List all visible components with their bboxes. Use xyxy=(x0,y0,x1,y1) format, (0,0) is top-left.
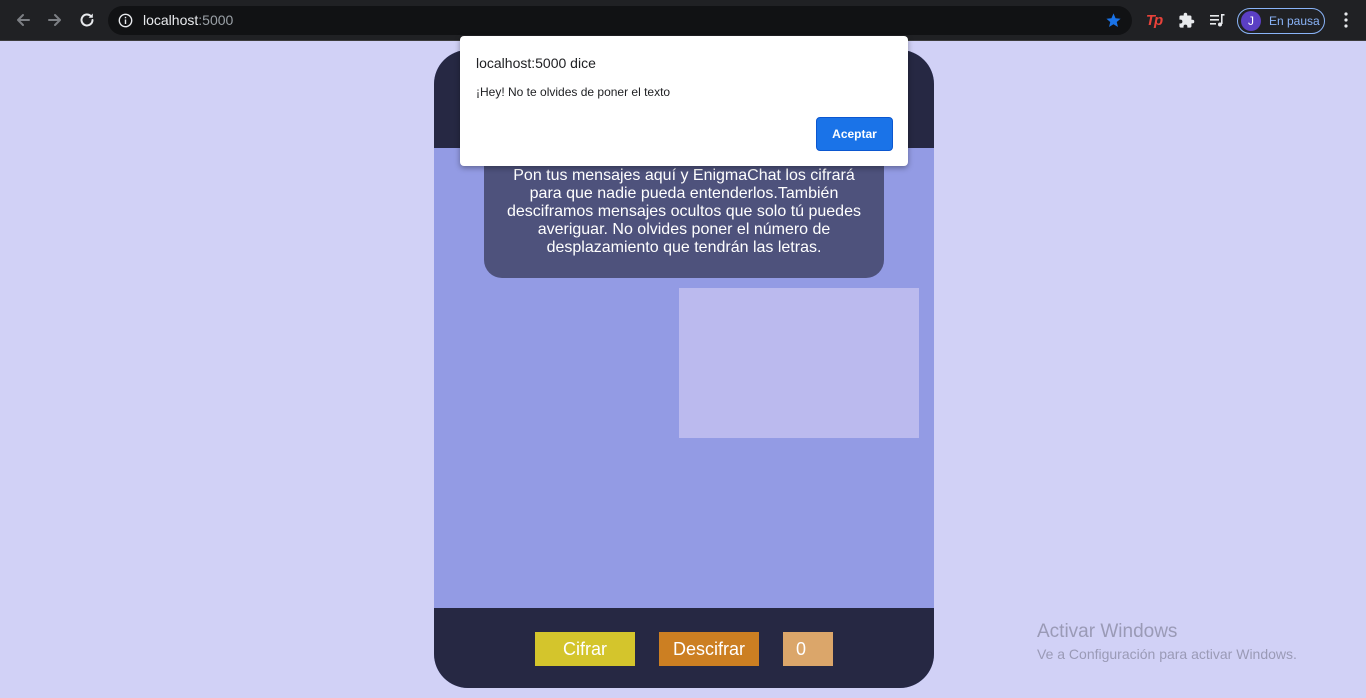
arrow-left-icon xyxy=(17,14,30,26)
description-box: Pon tus mensajes aquí y EnigmaChat los c… xyxy=(484,158,884,278)
url-host: localhost xyxy=(143,12,199,28)
accept-button[interactable]: Aceptar xyxy=(816,117,893,151)
dialog-message: ¡Hey! No te olvides de poner el texto xyxy=(476,85,671,99)
tp-extension-label: Tp xyxy=(1145,11,1163,29)
avatar: J xyxy=(1241,11,1261,31)
activation-watermark-subtitle: Ve a Configuración para activar Windows. xyxy=(1037,646,1297,662)
browser-menu-button[interactable] xyxy=(1336,9,1356,31)
arrow-right-icon xyxy=(48,14,61,26)
tp-extension-button[interactable]: Tp xyxy=(1143,9,1165,31)
alert-dialog: localhost:5000 dice ¡Hey! No te olvides … xyxy=(460,36,908,166)
star-icon[interactable] xyxy=(1105,12,1122,34)
reload-button[interactable] xyxy=(75,8,99,32)
media-control-button[interactable] xyxy=(1206,9,1228,31)
dialog-title: localhost:5000 dice xyxy=(476,55,596,71)
extensions-button[interactable] xyxy=(1175,9,1197,31)
address-bar[interactable]: localhost:5000 xyxy=(108,6,1132,35)
info-icon[interactable] xyxy=(118,13,133,33)
encrypt-button[interactable]: Cifrar xyxy=(535,632,635,666)
forward-button[interactable] xyxy=(43,8,67,32)
message-input[interactable] xyxy=(679,288,919,438)
decrypt-button[interactable]: Descifrar xyxy=(659,632,759,666)
url-text[interactable]: localhost:5000 xyxy=(143,12,233,29)
reload-icon xyxy=(80,13,94,27)
back-button[interactable] xyxy=(11,8,35,32)
profile-button[interactable]: J En pausa xyxy=(1237,8,1325,34)
puzzle-icon xyxy=(1178,12,1194,28)
activation-watermark-title: Activar Windows xyxy=(1037,621,1178,642)
description-text: Pon tus mensajes aquí y EnigmaChat los c… xyxy=(507,167,861,256)
offset-input[interactable] xyxy=(783,632,833,666)
playlist-icon xyxy=(1210,14,1225,27)
kebab-menu-icon xyxy=(1344,12,1348,28)
profile-status: En pausa xyxy=(1269,14,1320,28)
url-port: :5000 xyxy=(198,12,234,28)
browser-toolbar: localhost:5000 Tp J En pausa xyxy=(0,0,1366,41)
